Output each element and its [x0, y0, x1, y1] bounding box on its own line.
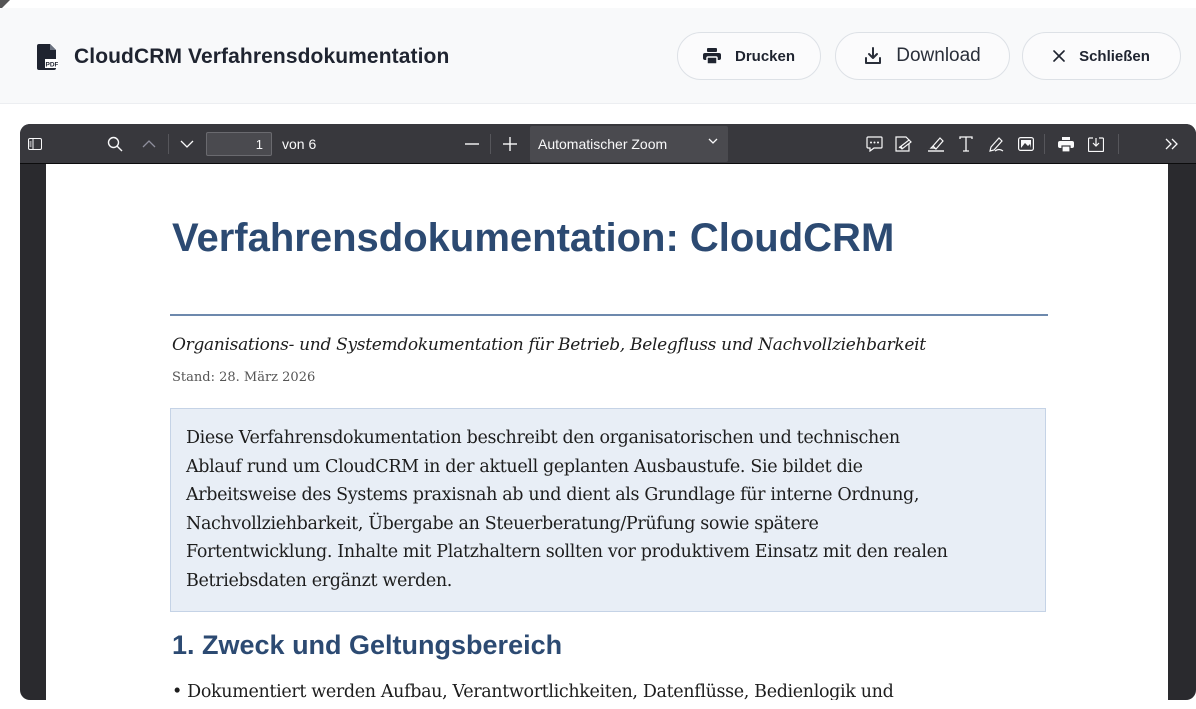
comment-icon[interactable] — [862, 124, 886, 164]
print-button-label: Drucken — [734, 47, 796, 65]
header-title-group: PDF CloudCRM Verfahrensdokumentation — [36, 44, 449, 70]
pdf-page: Verfahrensdokumentation: CloudCRM Organi… — [46, 164, 1168, 700]
intro-line: Betriebsdaten ergänzt werden. — [186, 570, 452, 591]
intro-line: Nachvollziehbarkeit, Übergabe an Steuerb… — [186, 513, 819, 534]
chevron-down-icon[interactable] — [174, 124, 200, 164]
image-icon[interactable] — [1014, 124, 1038, 164]
download-icon — [865, 47, 882, 64]
draw-icon[interactable] — [984, 124, 1008, 164]
printer-icon — [702, 48, 721, 64]
pdf-file-icon: PDF — [37, 44, 59, 70]
zoom-select[interactable]: Automatischer Zoom — [530, 126, 728, 162]
signature-icon[interactable] — [892, 124, 916, 164]
intro-line: Diese Verfahrensdokumentation beschreibt… — [186, 428, 900, 448]
document-heading: Verfahrensdokumentation: CloudCRM — [172, 216, 895, 260]
download-button[interactable]: Download — [835, 32, 1010, 80]
close-button[interactable]: Schließen — [1022, 32, 1181, 80]
sidebar-toggle-icon[interactable] — [22, 124, 48, 164]
download-button-label: Download — [896, 45, 981, 66]
zoom-in-icon[interactable] — [498, 124, 522, 164]
print-button[interactable]: Drucken — [677, 32, 821, 80]
pdf-toolbar: von 6 Automatischer Zoom — [20, 124, 1196, 164]
page-count-label: von 6 — [282, 136, 317, 152]
close-button-label: Schließen — [1079, 47, 1150, 65]
more-tools-icon[interactable] — [1160, 124, 1184, 164]
chevron-down-icon — [708, 138, 718, 144]
heading-divider — [170, 314, 1048, 316]
page-number-input[interactable] — [206, 132, 272, 156]
zoom-out-icon[interactable] — [460, 124, 484, 164]
highlight-icon[interactable] — [924, 124, 948, 164]
pdf-viewer: von 6 Automatischer Zoom — [20, 124, 1196, 700]
intro-line: Fortentwicklung. Inhalte mit Platzhalter… — [186, 542, 948, 562]
close-icon — [1053, 50, 1065, 62]
svg-text:PDF: PDF — [46, 62, 59, 69]
intro-line: Arbeitsweise des Systems praxisnah ab un… — [186, 485, 920, 505]
section-bullet: • Dokumentiert werden Aufbau, Verantwort… — [172, 682, 894, 700]
intro-line: Ablauf rund um CloudCRM in der aktuell g… — [186, 456, 863, 477]
document-title: CloudCRM Verfahrensdokumentation — [74, 45, 450, 68]
search-icon[interactable] — [102, 124, 128, 164]
section-heading: 1. Zweck und Geltungsbereich — [172, 630, 563, 660]
chevron-up-icon[interactable] — [136, 124, 162, 164]
intro-box: Diese Verfahrensdokumentation beschreibt… — [170, 408, 1046, 612]
text-icon[interactable] — [954, 124, 978, 164]
document-date: Stand: 28. März 2026 — [172, 370, 316, 385]
save-icon[interactable] — [1084, 124, 1108, 164]
dialog-header: PDF CloudCRM Verfahrensdokumentation Dru… — [0, 8, 1196, 104]
print-icon[interactable] — [1054, 124, 1078, 164]
zoom-select-value: Automatischer Zoom — [538, 136, 668, 152]
document-subtitle: Organisations- und Systemdokumentation f… — [172, 335, 926, 355]
